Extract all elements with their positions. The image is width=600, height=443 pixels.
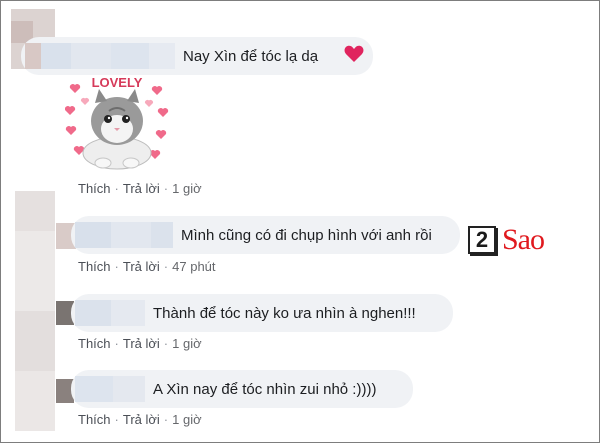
- separator-dot: ·: [163, 181, 169, 196]
- blurred-commenter-name: [75, 376, 145, 402]
- like-link[interactable]: Thích: [78, 181, 111, 196]
- reply-link[interactable]: Trả lời: [123, 181, 160, 196]
- reply-link[interactable]: Trả lời: [123, 336, 160, 351]
- separator-dot: ·: [114, 181, 119, 196]
- separator-dot: ·: [163, 259, 169, 274]
- like-link[interactable]: Thích: [78, 259, 111, 274]
- comment-text: A Xìn nay để tóc nhìn zui nhỏ :)))): [153, 380, 377, 398]
- comment-actions-4: Thích · Trả lời · 1 giờ: [78, 412, 202, 427]
- reply-link[interactable]: Trả lời: [123, 412, 160, 427]
- timestamp[interactable]: 47 phút: [172, 259, 215, 274]
- 2sao-watermark-logo: 2 Sao: [468, 220, 564, 260]
- comment-actions-1: Thích · Trả lời · 1 giờ: [78, 181, 202, 196]
- comment-bubble-4: A Xìn nay để tóc nhìn zui nhỏ :)))): [71, 370, 413, 408]
- separator-dot: ·: [114, 412, 119, 427]
- comment-actions-2: Thích · Trả lời · 47 phút: [78, 259, 216, 274]
- blurred-commenter-name: [75, 300, 145, 326]
- reply-link[interactable]: Trả lời: [123, 259, 160, 274]
- watermark-digit: 2: [468, 226, 496, 254]
- timestamp[interactable]: 1 giờ: [172, 181, 202, 196]
- comment-text: Thành để tóc này ko ưa nhìn à nghen!!!: [153, 304, 416, 322]
- like-link[interactable]: Thích: [78, 336, 111, 351]
- separator-dot: ·: [114, 336, 119, 351]
- avatar-blur-5: [15, 371, 55, 431]
- separator-dot: ·: [163, 336, 169, 351]
- comment-bubble-3: Thành để tóc này ko ưa nhìn à nghen!!!: [71, 294, 453, 332]
- separator-dot: ·: [163, 412, 169, 427]
- comment-bubble-1: Nay Xìn để tóc lạ dạ: [21, 37, 373, 75]
- comment-bubble-2: Mình cũng có đi chụp hình với anh rồi: [71, 216, 460, 254]
- separator-dot: ·: [114, 259, 119, 274]
- comment-text: Nay Xìn để tóc lạ dạ: [183, 47, 319, 65]
- like-link[interactable]: Thích: [78, 412, 111, 427]
- avatar-blur-4: [15, 311, 55, 371]
- lovely-cat-sticker: LOVELY: [65, 75, 169, 170]
- timestamp[interactable]: 1 giờ: [172, 336, 202, 351]
- timestamp[interactable]: 1 giờ: [172, 412, 202, 427]
- watermark-word: Sao: [502, 223, 545, 256]
- sticker-caption: LOVELY: [92, 75, 143, 90]
- avatar-blur-3: [15, 231, 55, 311]
- comment-actions-3: Thích · Trả lời · 1 giờ: [78, 336, 202, 351]
- avatar-blur-2: [15, 191, 55, 231]
- comment-text: Mình cũng có đi chụp hình với anh rồi: [181, 226, 432, 244]
- blurred-commenter-name: [25, 43, 175, 69]
- blurred-commenter-name: [75, 222, 173, 248]
- red-heart-icon: [344, 45, 364, 62]
- comment-thread-screenshot: Nay Xìn để tóc lạ dạ LOVELY Thích · Trả …: [0, 0, 600, 443]
